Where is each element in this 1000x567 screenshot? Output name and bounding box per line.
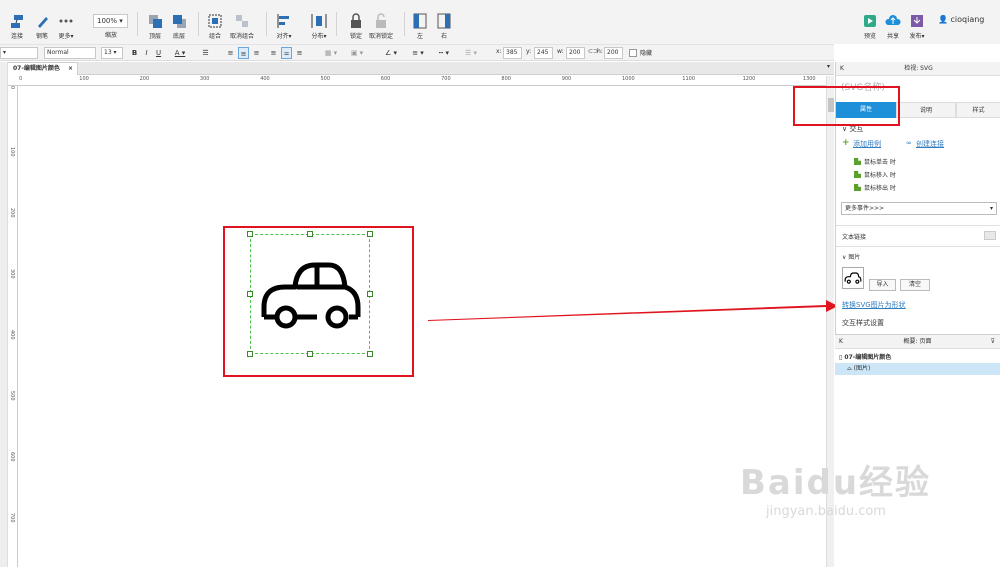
event-click-label: 鼠标单击 时 xyxy=(864,159,896,166)
divider xyxy=(836,246,1000,247)
outline-page-label: 07-编辑图片颜色 xyxy=(844,354,892,361)
image-item-icon: ⌓ xyxy=(847,365,854,372)
create-link[interactable]: 创建连接 xyxy=(916,139,944,149)
more-events-select[interactable]: 更多事件>>> ▾ xyxy=(841,202,997,215)
divider xyxy=(836,225,1000,226)
link-icon: ∞ xyxy=(906,139,912,147)
annotation-box-tab xyxy=(793,86,900,126)
outline-item-label: (图片) xyxy=(853,365,871,372)
image-title: 图片 xyxy=(848,254,861,261)
collapse-icon[interactable]: K xyxy=(839,335,843,349)
image-thumbnail[interactable] xyxy=(842,267,864,289)
event-mouse-leave[interactable]: 鼠标移出 时 xyxy=(854,183,896,192)
inspector-header: K 检视: SVG xyxy=(836,62,1000,76)
import-button[interactable]: 导入 xyxy=(869,279,896,291)
convert-svg-link[interactable]: 转换SVG图片为形状 xyxy=(842,300,906,310)
collapse-icon[interactable]: K xyxy=(840,62,844,76)
clear-button[interactable]: 清空 xyxy=(900,279,930,291)
text-link-label: 文本链接 xyxy=(842,234,867,241)
event-icon xyxy=(854,158,861,165)
image-section[interactable]: ∨ 图片 xyxy=(842,252,860,261)
interaction-title: 交互 xyxy=(849,125,864,133)
outline-title: 概要: 页面 xyxy=(903,338,932,345)
event-mouse-enter[interactable]: 鼠标移入 时 xyxy=(854,170,896,179)
tab-style[interactable]: 样式 xyxy=(956,102,1000,118)
clear-label: 清空 xyxy=(908,281,921,288)
text-link-button[interactable] xyxy=(984,231,996,240)
inspector-title: 检视: SVG xyxy=(904,65,933,72)
event-leave-label: 鼠标移出 时 xyxy=(864,185,896,192)
baidu-watermark: Baidu经验 jingyan.baidu.com xyxy=(740,455,931,519)
event-icon xyxy=(854,171,861,178)
plus-icon: + xyxy=(842,138,850,148)
watermark-url: jingyan.baidu.com xyxy=(766,504,886,519)
outline-item[interactable]: ⌓ (图片) xyxy=(835,363,1000,375)
tab-notes-label: 说明 xyxy=(919,107,932,114)
interaction-style-label: 交互样式设置 xyxy=(842,319,884,327)
add-case-link[interactable]: 添加用例 xyxy=(853,139,881,149)
event-icon xyxy=(854,184,861,191)
watermark-brand: Baidu经验 xyxy=(740,463,932,503)
tab-notes[interactable]: 说明 xyxy=(896,102,956,118)
outline-panel: K 概要: 页面 ⊽ ▯ 07-编辑图片颜色 ⌓ (图片) xyxy=(835,334,1000,567)
import-label: 导入 xyxy=(876,281,889,288)
event-enter-label: 鼠标移入 时 xyxy=(864,172,896,179)
car-thumbnail-icon xyxy=(844,272,862,284)
more-events-label: 更多事件>>> xyxy=(845,205,885,212)
tab-style-label: 样式 xyxy=(972,107,985,114)
event-click[interactable]: 鼠标单击 时 xyxy=(854,157,896,166)
chevron-down-icon: ▾ xyxy=(989,205,993,212)
outline-header: K 概要: 页面 ⊽ xyxy=(835,335,1000,349)
filter-icon[interactable]: ⊽ xyxy=(991,335,995,349)
outline-page[interactable]: ▯ 07-编辑图片颜色 xyxy=(839,352,891,361)
